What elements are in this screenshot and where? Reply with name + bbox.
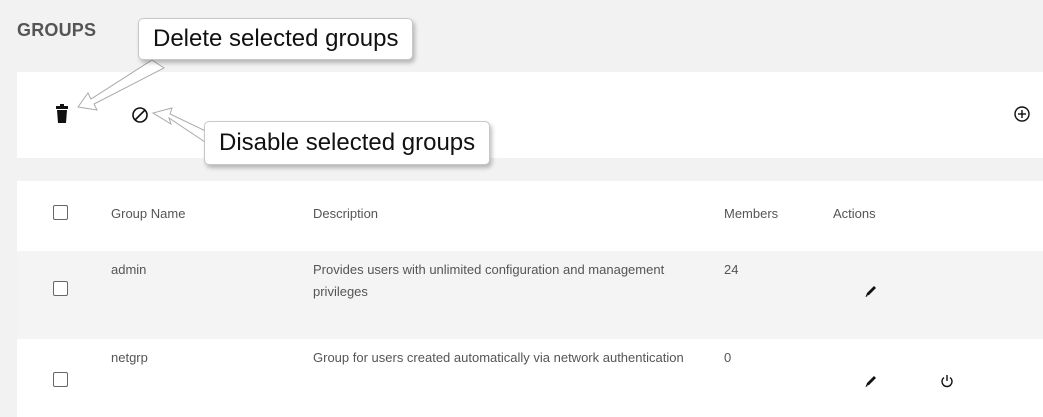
group-name: admin — [111, 262, 147, 277]
group-members: 0 — [724, 350, 732, 365]
group-members: 24 — [724, 262, 739, 277]
group-name: netgrp — [111, 350, 148, 365]
trash-icon[interactable] — [55, 104, 69, 124]
delete-callout: Delete selected groups — [138, 18, 414, 60]
header-members[interactable]: Members — [724, 203, 778, 225]
row-checkbox[interactable] — [53, 372, 68, 387]
row-checkbox[interactable] — [53, 281, 68, 296]
groups-table: Group Name Description Members Actions a… — [17, 181, 1043, 417]
header-group-name[interactable]: Group Name — [111, 203, 185, 225]
disable-callout: Disable selected groups — [204, 121, 491, 165]
page-title: GROUPS — [17, 20, 97, 40]
power-icon[interactable] — [939, 373, 955, 389]
table-header-row: Group Name Description Members Actions — [17, 181, 1043, 251]
plus-circle-icon[interactable] — [1013, 105, 1031, 123]
select-all-checkbox[interactable] — [53, 205, 68, 220]
group-description: Group for users created automatically vi… — [313, 350, 684, 365]
table-row: admin Provides users with unlimited conf… — [17, 251, 1043, 339]
disable-icon[interactable] — [131, 106, 149, 124]
group-description: Provides users with unlimited configurat… — [313, 262, 665, 299]
edit-icon[interactable] — [863, 283, 879, 299]
edit-icon[interactable] — [863, 373, 879, 389]
table-row: netgrp Group for users created automatic… — [17, 339, 1043, 417]
header-description[interactable]: Description — [313, 203, 703, 225]
groups-toolbar — [17, 72, 1043, 158]
header-actions: Actions — [833, 206, 876, 221]
